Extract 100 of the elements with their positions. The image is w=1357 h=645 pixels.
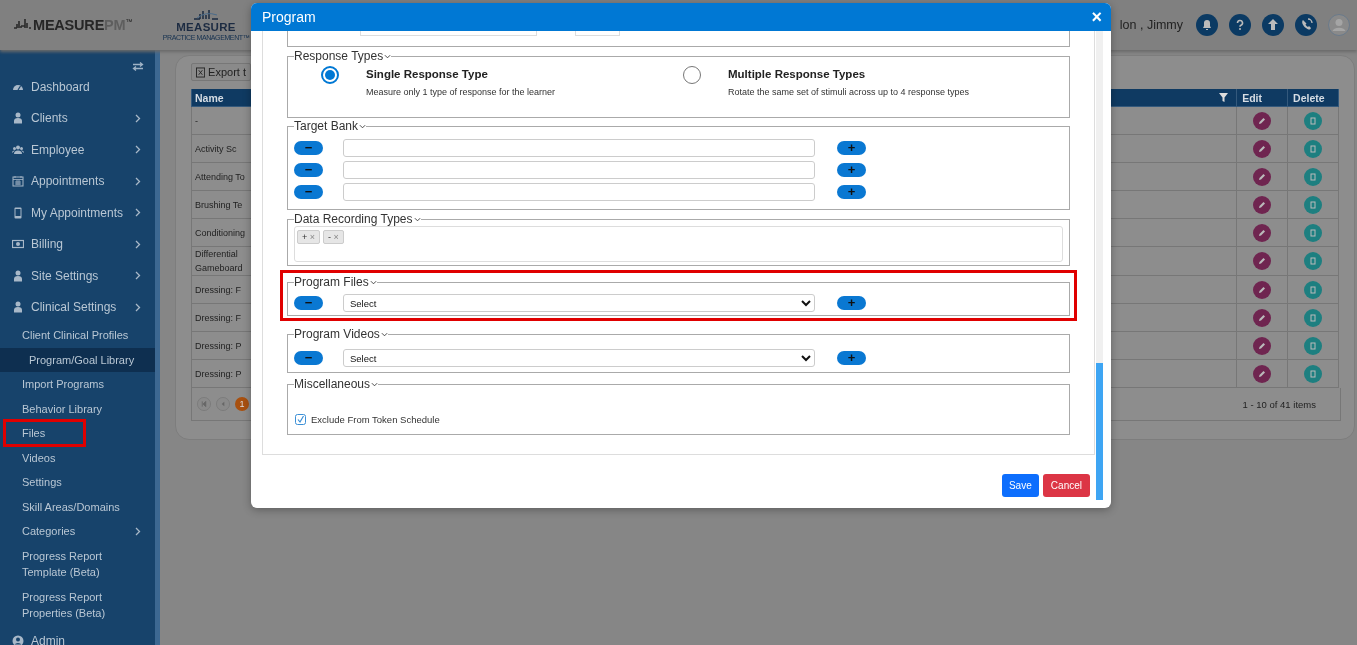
pencil-icon[interactable] [1253, 280, 1272, 299]
avatar-icon[interactable] [1328, 14, 1350, 36]
nav-subitem[interactable]: Import Programs [0, 372, 155, 397]
remove-button[interactable]: − [294, 185, 323, 199]
money-icon [12, 238, 24, 251]
remove-button[interactable]: − [294, 296, 323, 310]
pencil-icon[interactable] [1253, 167, 1272, 186]
section-legend[interactable]: Miscellaneous [294, 377, 379, 391]
checkbox-label: Exclude From Token Schedule [311, 414, 440, 425]
option-description: Measure only 1 type of response for the learner [366, 87, 556, 97]
pencil-icon[interactable] [1253, 252, 1272, 270]
radio-button[interactable] [321, 66, 339, 84]
scrollbar[interactable] [1096, 31, 1103, 500]
logo-icon [13, 18, 31, 32]
add-button[interactable]: + [837, 185, 866, 199]
logo-text: MEASURE [176, 21, 236, 34]
close-button[interactable]: × [1091, 8, 1102, 26]
tag-field[interactable]: + × - × [294, 226, 1063, 262]
add-button[interactable]: + [837, 163, 866, 177]
toggle-icon[interactable] [132, 62, 144, 71]
export-button[interactable]: Export t [191, 63, 251, 81]
phone-icon[interactable] [1295, 14, 1317, 36]
chevron-right-icon [135, 526, 141, 536]
nav-item[interactable]: Appointments [0, 165, 155, 197]
nav-item[interactable]: Site Settings [0, 260, 155, 292]
nav-item[interactable]: Employee [0, 134, 155, 166]
nav-subitem[interactable]: Client Clinical Profiles [0, 323, 155, 348]
section-legend[interactable]: Program Videos [294, 327, 388, 341]
chevron-down-icon [384, 53, 392, 59]
pencil-icon[interactable] [1253, 139, 1272, 158]
option-title: Single Response Type [366, 68, 489, 80]
tag[interactable]: + × [297, 230, 321, 244]
nav-subitem[interactable]: Progress Report Template (Beta) [0, 543, 155, 585]
nav-subitem[interactable]: Progress Report Properties (Beta) [0, 584, 155, 626]
nav-subitem[interactable]: Settings [0, 470, 155, 495]
chevron-right-icon [135, 145, 141, 155]
remove-button[interactable]: − [294, 163, 323, 177]
chevron-down-icon [371, 381, 379, 387]
select-dropdown[interactable]: Select [343, 349, 815, 367]
chevron-right-icon [135, 208, 141, 218]
nav-item[interactable]: Billing [0, 228, 155, 260]
nav-subitem[interactable]: Files [0, 421, 155, 446]
calendar-icon [12, 175, 24, 188]
text-field[interactable] [575, 31, 620, 36]
nav-item[interactable]: Admin [0, 625, 155, 645]
nav-subitem[interactable]: Behavior Library [0, 396, 155, 421]
chevron-right-icon [135, 239, 141, 249]
section-legend[interactable]: Response Types [294, 49, 392, 63]
pencil-icon[interactable] [1253, 364, 1272, 383]
checkbox[interactable] [295, 414, 306, 425]
section-legend[interactable]: Data Recording Types [294, 212, 421, 226]
pencil-icon[interactable] [1253, 336, 1272, 355]
target-field[interactable] [343, 183, 815, 201]
save-button[interactable]: Save [1001, 474, 1039, 497]
logo-icon [191, 8, 221, 22]
section-legend[interactable]: Target Bank [294, 119, 367, 133]
nav-subitem[interactable]: Videos [0, 445, 155, 470]
tag[interactable]: - × [323, 230, 344, 244]
dialog-title: Program [262, 9, 316, 25]
column-header: Edit [1237, 89, 1289, 107]
nav-item[interactable]: Dashboard [0, 71, 155, 103]
section-legend[interactable]: Program Files [294, 275, 377, 289]
tablet-icon [12, 206, 24, 219]
chevron-right-icon [135, 113, 141, 123]
pencil-icon[interactable] [1253, 223, 1272, 242]
pencil-icon[interactable] [1253, 308, 1272, 327]
filter-icon[interactable] [1219, 93, 1229, 102]
text-field[interactable] [360, 31, 537, 36]
chevron-right-icon [135, 271, 141, 281]
help-icon[interactable] [1229, 14, 1251, 36]
logo-text: MEASUREPM$^{™}$ [33, 17, 133, 33]
page-button[interactable]: 1 [235, 397, 249, 411]
nav-item[interactable]: My Appointments [0, 197, 155, 229]
chevron-down-icon [369, 279, 377, 285]
option-description: Rotate the same set of stimuli across up to 4 response types [728, 87, 970, 97]
target-field[interactable] [343, 161, 815, 179]
upload-icon[interactable] [1262, 14, 1284, 36]
user-icon [12, 269, 24, 282]
chevron-down-icon [359, 123, 367, 129]
pencil-icon[interactable] [1253, 111, 1272, 130]
user-icon [12, 112, 24, 125]
option-title: Multiple Response Types [728, 68, 867, 80]
nav-subitem[interactable]: Skill Areas/Domains [0, 494, 155, 519]
user-icon [12, 301, 24, 314]
bell-icon[interactable] [1196, 14, 1218, 36]
target-field[interactable] [343, 139, 815, 157]
select-dropdown[interactable]: Select [343, 294, 815, 312]
remove-button[interactable]: − [294, 141, 323, 155]
cancel-button[interactable]: Cancel [1042, 474, 1090, 497]
pencil-icon[interactable] [1253, 195, 1272, 214]
chevron-down-icon [380, 331, 388, 337]
nav-subitem[interactable]: Categories [0, 519, 155, 544]
add-button[interactable]: + [837, 141, 866, 155]
nav-subitem[interactable]: Program/Goal Library [0, 347, 155, 372]
column-header: Delete [1288, 89, 1339, 107]
add-button[interactable]: + [837, 296, 866, 310]
add-button[interactable]: + [837, 351, 866, 365]
nav-item[interactable]: Clients [0, 102, 155, 134]
remove-button[interactable]: − [294, 351, 323, 365]
nav-item[interactable]: Clinical Settings [0, 291, 155, 323]
